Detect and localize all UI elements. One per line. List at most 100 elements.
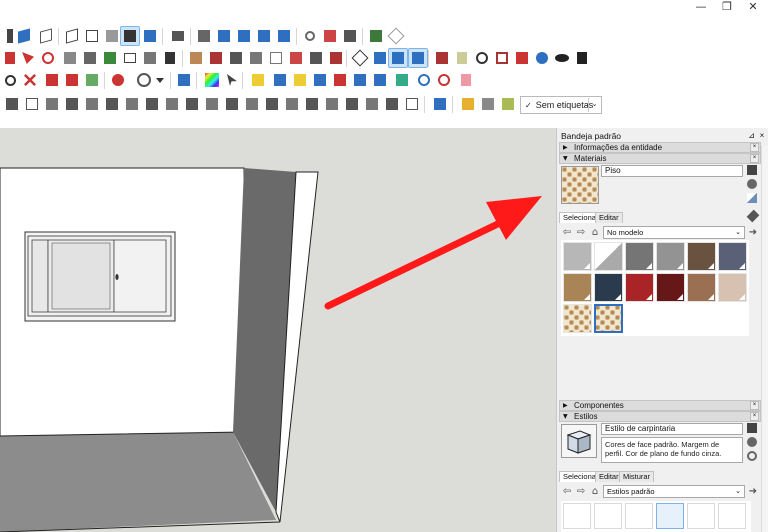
material-swatch[interactable] [718,273,747,302]
style-item[interactable] [656,503,684,529]
tool-h-icon[interactable] [162,94,182,114]
tool-i-icon[interactable] [182,94,202,114]
material-swatch[interactable] [687,273,716,302]
close-icon[interactable]: × [750,412,759,421]
section-display-icon[interactable] [62,70,82,90]
line-icon[interactable] [38,48,58,68]
home-icon[interactable]: ⌂ [589,227,601,239]
tool-u-icon[interactable] [430,94,450,114]
tool-e-icon[interactable] [102,94,122,114]
style-description[interactable]: Cores de face padrão. Margem de perfil. … [601,437,743,463]
model-viewport[interactable] [0,128,556,532]
follow-me-icon[interactable] [306,48,326,68]
tool-q-icon[interactable] [342,94,362,114]
material-swatch[interactable] [718,242,747,271]
eye-icon[interactable] [552,48,572,68]
material-swatch[interactable] [594,273,623,302]
tool-r-icon[interactable] [362,94,382,114]
close-window-button[interactable]: ✕ [738,0,768,18]
tool-g-icon[interactable] [142,94,162,114]
tool-s-icon[interactable] [382,94,402,114]
sandbox-scratch-icon[interactable] [270,70,290,90]
right-view-icon[interactable] [254,26,274,46]
shape-icon[interactable] [392,70,412,90]
tool-v-icon[interactable] [458,94,478,114]
top-view-icon[interactable] [214,26,234,46]
style-item[interactable] [563,503,591,529]
panel-materials[interactable]: ▼ Materiais × [559,153,761,164]
cube-shaded-icon[interactable] [102,26,122,46]
tool-t-icon[interactable] [402,94,422,114]
material-swatch[interactable] [625,273,654,302]
tape-icon[interactable] [80,48,100,68]
tool-a-icon[interactable] [22,94,42,114]
text-icon[interactable] [120,48,140,68]
iso-view-icon[interactable] [194,26,214,46]
material-swatch[interactable] [656,242,685,271]
style-name-field[interactable]: Estilo de carpintaria [601,423,743,435]
material-swatch[interactable] [656,273,685,302]
tool-c-icon[interactable] [62,94,82,114]
sandbox-contours-icon[interactable] [248,70,268,90]
cube-icon[interactable] [14,26,34,46]
walk-icon[interactable] [432,48,452,68]
cursor-icon[interactable] [222,70,242,90]
orbit-icon[interactable] [350,48,370,68]
look-around-icon[interactable] [472,48,492,68]
tool-j-icon[interactable] [202,94,222,114]
material-swatch[interactable] [563,304,592,333]
refresh-icon[interactable] [747,451,757,461]
warehouse-icon[interactable] [320,26,340,46]
rectangle-icon[interactable] [186,48,206,68]
panel-styles[interactable]: ▼ Estilos × [559,411,761,422]
style-item[interactable] [594,503,622,529]
cube-mono-icon[interactable] [140,26,160,46]
protractor-icon[interactable] [100,48,120,68]
zoom-icon[interactable] [388,48,408,68]
tool-w-icon[interactable] [478,94,498,114]
home-icon[interactable]: ⌂ [589,486,601,498]
chevron-down-icon[interactable] [150,70,170,90]
close-icon[interactable]: × [757,130,767,142]
tool-p-icon[interactable] [322,94,342,114]
details-icon[interactable]: ➜ [747,486,759,498]
style-item[interactable] [687,503,715,529]
material-swatch[interactable] [687,242,716,271]
undo-icon[interactable] [300,26,320,46]
3d-text-icon[interactable] [160,48,180,68]
cube-wire-icon[interactable] [82,26,102,46]
position-camera-icon[interactable] [452,48,472,68]
pushpull-icon[interactable] [286,48,306,68]
bucket-icon[interactable] [747,165,757,175]
tool-n-icon[interactable] [282,94,302,114]
stamp-icon[interactable] [310,70,330,90]
material-swatch[interactable] [594,242,623,271]
style-item[interactable] [718,503,746,529]
tool-d-icon[interactable] [82,94,102,114]
magnifier-icon[interactable] [532,48,552,68]
paint-bucket-icon[interactable] [0,48,20,68]
cube-textured-icon[interactable] [120,26,140,46]
scale-icon[interactable] [326,48,346,68]
components-icon[interactable] [168,26,188,46]
panel-entity-info[interactable]: ▶ Informações da entidade × [559,142,761,153]
material-swatch[interactable] [563,242,592,271]
cube-outline-icon[interactable] [62,26,82,46]
smoove-icon[interactable] [290,70,310,90]
color-palette-icon[interactable] [202,70,222,90]
forward-icon[interactable]: ⇨ [575,227,587,239]
bucket-icon[interactable] [747,423,757,433]
info-location-icon[interactable] [108,70,128,90]
zoom-extents-icon[interactable] [492,48,512,68]
tool-b-icon[interactable] [42,94,62,114]
zoom-window-icon[interactable] [408,48,428,68]
solid-tools-icon[interactable] [174,70,194,90]
polygon-icon[interactable] [226,48,246,68]
walls-icon[interactable] [2,94,22,114]
curve-arrow-icon[interactable] [434,70,454,90]
material-collection-select[interactable]: No modelo ⌄ [603,226,745,239]
extension-icon[interactable] [340,26,360,46]
close-icon[interactable]: × [750,401,759,410]
style-collection-select[interactable]: Estilos padrão ⌄ [603,485,745,498]
tool-o-icon[interactable] [302,94,322,114]
